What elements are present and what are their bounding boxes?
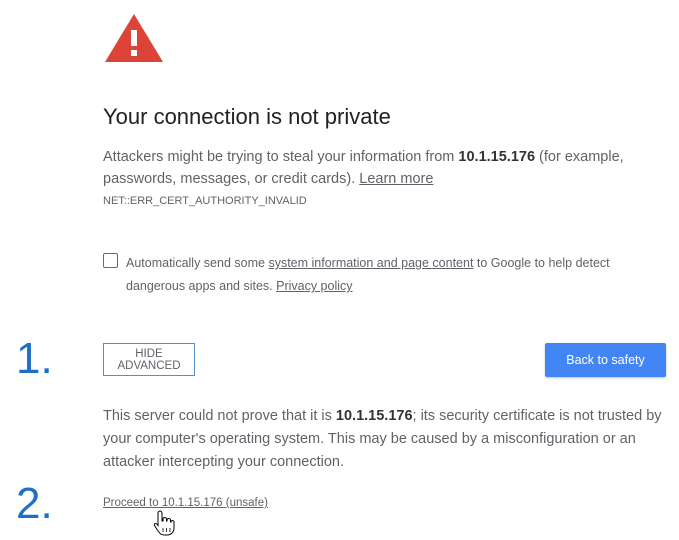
system-info-link[interactable]: system information and page content: [268, 256, 473, 270]
error-code: NET::ERR_CERT_AUTHORITY_INVALID: [103, 195, 307, 207]
learn-more-link[interactable]: Learn more: [359, 171, 433, 187]
step-marker-1: 1.: [16, 334, 53, 383]
details-prefix: This server could not prove that it is: [103, 408, 336, 424]
page-title: Your connection is not private: [103, 104, 391, 129]
extended-reporting-checkbox[interactable]: [103, 253, 118, 268]
back-to-safety-button[interactable]: Back to safety: [545, 343, 666, 377]
advanced-details: This server could not prove that it is 1…: [103, 405, 663, 474]
warning-triangle-icon: [105, 14, 163, 62]
desc-prefix: Attackers might be trying to steal your …: [103, 149, 459, 165]
details-host: 10.1.15.176: [335, 408, 413, 424]
desc-host: 10.1.15.176: [458, 149, 536, 165]
proceed-unsafe-link[interactable]: Proceed to 10.1.15.176 (unsafe): [103, 497, 268, 509]
privacy-policy-link[interactable]: Privacy policy: [276, 279, 352, 293]
step-marker-2: 2.: [16, 479, 53, 528]
optin-label: Automatically send some system informati…: [126, 252, 636, 298]
hide-advanced-button[interactable]: HIDE ADVANCED: [103, 343, 195, 376]
optin-prefix: Automatically send some: [126, 256, 269, 270]
error-description: Attackers might be trying to steal your …: [103, 146, 663, 190]
hand-pointer-cursor-icon: [153, 510, 175, 536]
